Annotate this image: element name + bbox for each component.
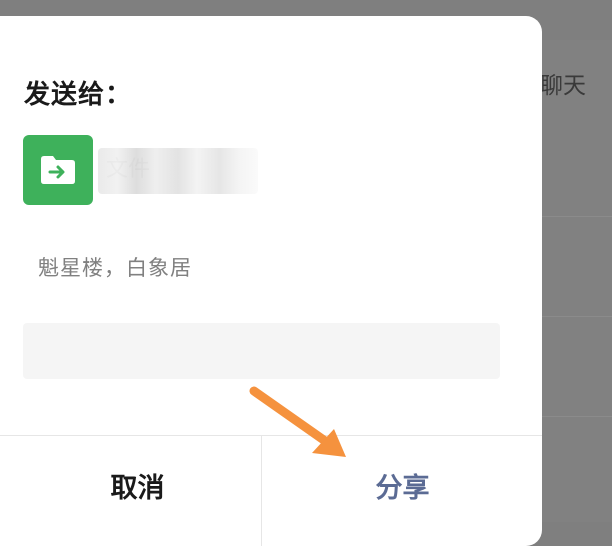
dialog-title: 发送给： — [24, 80, 133, 110]
redaction-blur — [98, 148, 258, 194]
recipient-avatar — [23, 135, 93, 205]
share-dialog: 发送给： 文件 魁星楼，白象居 取消 分享 — [0, 16, 542, 546]
background-divider — [540, 216, 612, 217]
background-divider — [540, 416, 612, 417]
background-divider — [540, 316, 612, 317]
cancel-button[interactable]: 取消 — [0, 436, 261, 534]
shared-message-preview: 魁星楼，白象居 — [38, 256, 192, 280]
folder-share-icon — [41, 156, 75, 184]
background-chat-label: 聊天 — [540, 73, 586, 99]
message-input[interactable] — [23, 323, 500, 379]
annotation-arrow-icon — [249, 386, 346, 457]
